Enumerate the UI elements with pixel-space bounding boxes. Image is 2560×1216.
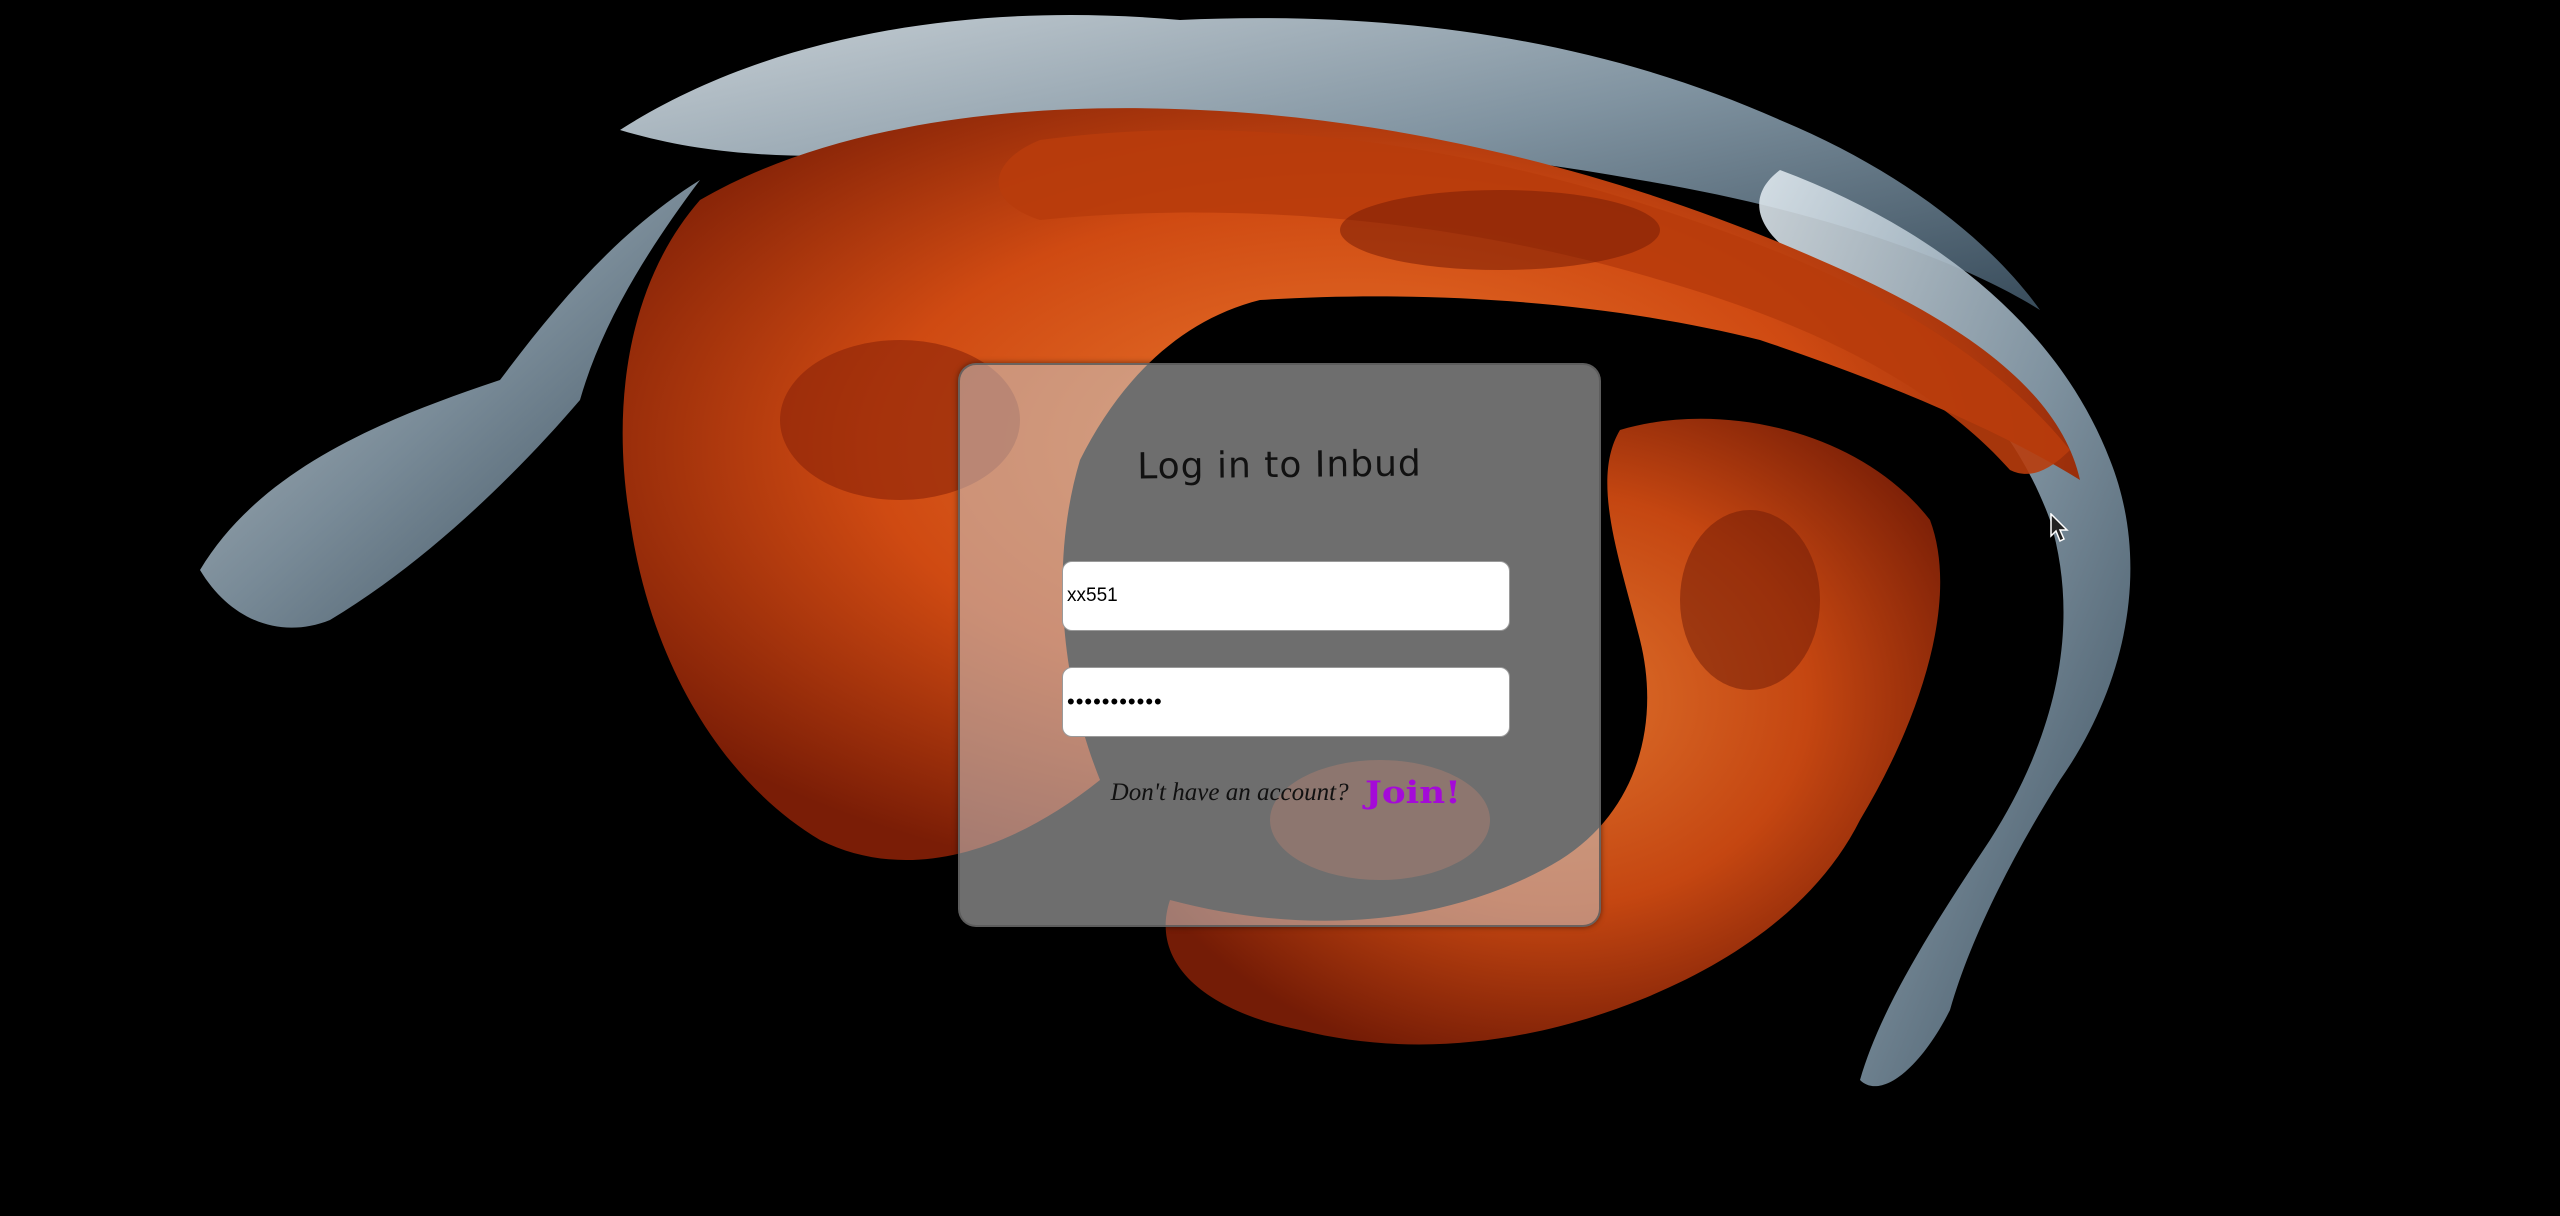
password-input[interactable] <box>1062 667 1510 737</box>
login-card: Log in to Inbud Don't have an account? J… <box>958 363 1601 927</box>
join-prompt-text: Don't have an account? <box>1110 779 1349 806</box>
username-input[interactable] <box>1062 561 1510 631</box>
login-title: Log in to Inbud <box>1137 443 1422 488</box>
join-row: Don't have an account? Join! <box>960 775 1599 811</box>
join-link[interactable]: Join! <box>1365 775 1461 811</box>
mouse-cursor-icon <box>2050 513 2069 543</box>
login-page: Log in to Inbud Don't have an account? J… <box>0 0 2560 1216</box>
